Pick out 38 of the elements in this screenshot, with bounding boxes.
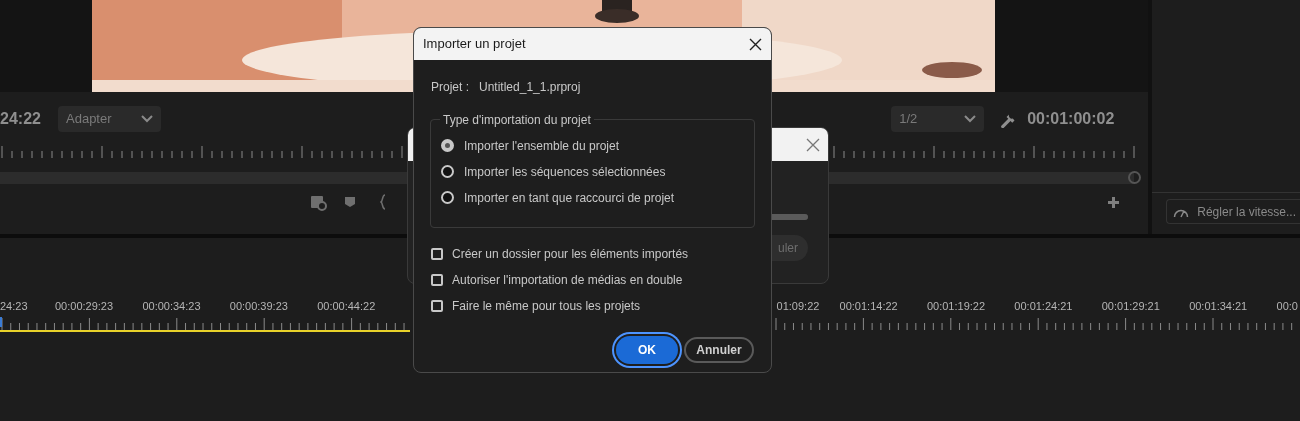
close-icon[interactable] — [749, 37, 762, 51]
time-label: 00:0 — [1276, 298, 1299, 314]
time-label: 00:01:29:21 — [1101, 298, 1161, 314]
time-label: 00:01:19:22 — [926, 298, 987, 314]
time-label: 00:00:44:22 — [317, 298, 377, 314]
time-label: 00:01:34:21 — [1189, 298, 1249, 314]
timecode: 00:01:00:02 — [1027, 109, 1115, 129]
chevron-icon — [141, 115, 153, 123]
time-label: 00:00:39:23 — [229, 298, 289, 314]
radio-option[interactable]: Importer en tant que raccourci de projet — [441, 189, 744, 206]
speed-button[interactable]: Régler la vitesse... — [1166, 199, 1300, 224]
in-point-icon[interactable] — [380, 194, 386, 210]
radio-button[interactable] — [441, 191, 454, 204]
scrub-handle[interactable] — [1128, 171, 1142, 184]
time-label: 24:23 — [0, 298, 29, 314]
radio-option[interactable]: Importer les séquences sélectionnées — [441, 163, 744, 180]
timecode: 24:22 — [0, 109, 42, 129]
time-label: 00:01:24:21 — [1014, 298, 1074, 314]
radio-button[interactable] — [441, 165, 454, 178]
radio-button[interactable] — [441, 139, 454, 152]
checkbox[interactable] — [431, 273, 443, 286]
marker-icon[interactable] — [344, 196, 356, 208]
checkbox-option[interactable]: Autoriser l'importation de médias en double — [431, 271, 754, 288]
plus-icon[interactable] — [1107, 195, 1121, 209]
radio-option[interactable]: Importer l'ensemble du projet — [441, 137, 744, 154]
checkbox[interactable] — [431, 299, 443, 312]
time-label: 01:09:22 — [776, 298, 821, 314]
chevron-icon — [964, 115, 977, 123]
project-name: Untitled_1_1.prproj — [479, 79, 581, 96]
dialog-title: Importer un projet — [423, 35, 526, 54]
time-label: 00:01:14:22 — [839, 298, 899, 314]
time-label: 00:00:29:23 — [55, 298, 115, 314]
cancel-button[interactable]: Annuler — [684, 337, 754, 363]
camera-search-icon[interactable] — [310, 193, 328, 211]
checkbox[interactable] — [431, 247, 443, 260]
time-label: 00:00:34:23 — [142, 298, 202, 314]
checkbox-option[interactable]: Faire le même pour tous les projets — [431, 297, 754, 314]
project-label: Projet : — [431, 79, 469, 96]
